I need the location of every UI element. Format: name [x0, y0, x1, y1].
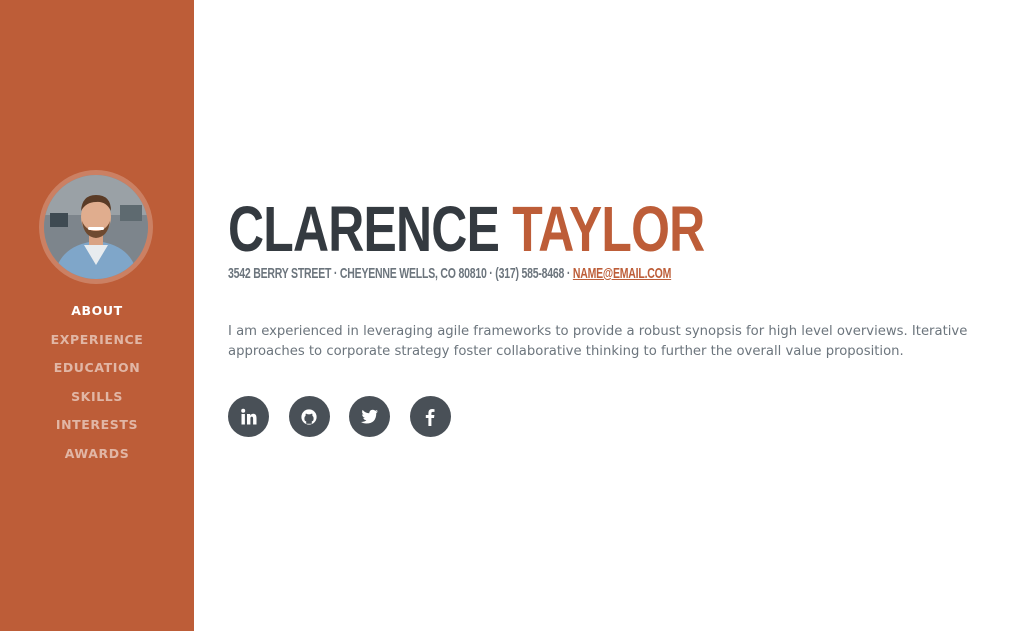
linkedin-button[interactable]: [228, 396, 269, 437]
first-name: CLARENCE: [228, 193, 500, 265]
facebook-icon: [425, 408, 435, 426]
social-icons: [228, 396, 470, 437]
avatar: [44, 175, 148, 279]
nav-link-education[interactable]: EDUCATION: [54, 358, 141, 378]
sidebar-item-about: ABOUT: [0, 300, 194, 329]
twitter-button[interactable]: [349, 396, 390, 437]
email-link[interactable]: NAME@EMAIL.COM: [573, 265, 672, 282]
sidebar-item-interests: INTERESTS: [0, 414, 194, 443]
contact-info: 3542 BERRY STREET · CHEYENNE WELLS, CO 8…: [228, 265, 671, 282]
about-lead: I am experienced in leveraging agile fra…: [228, 324, 968, 359]
sidebar-nav: ABOUT EXPERIENCE EDUCATION SKILLS INTERE…: [0, 300, 194, 472]
twitter-icon: [360, 408, 379, 425]
page-title: CLARENCE TAYLOR: [228, 192, 705, 266]
github-icon: [300, 408, 318, 426]
sidebar: ABOUT EXPERIENCE EDUCATION SKILLS INTERE…: [0, 0, 194, 631]
nav-link-skills[interactable]: SKILLS: [71, 387, 123, 407]
sidebar-item-awards: AWARDS: [0, 443, 194, 472]
linkedin-icon: [240, 408, 258, 426]
github-button[interactable]: [288, 396, 330, 437]
nav-link-about[interactable]: ABOUT: [71, 301, 123, 321]
nav-link-interests[interactable]: INTERESTS: [56, 415, 138, 435]
sidebar-item-skills: SKILLS: [0, 386, 194, 415]
avatar-ring: [39, 170, 153, 284]
contact-details: 3542 BERRY STREET · CHEYENNE WELLS, CO 8…: [228, 265, 573, 282]
nav-link-awards[interactable]: AWARDS: [65, 444, 130, 464]
last-name: TAYLOR: [512, 193, 705, 265]
sidebar-item-education: EDUCATION: [0, 357, 194, 386]
sidebar-item-experience: EXPERIENCE: [0, 329, 194, 358]
facebook-button[interactable]: [409, 396, 451, 437]
nav-link-experience[interactable]: EXPERIENCE: [51, 330, 144, 350]
